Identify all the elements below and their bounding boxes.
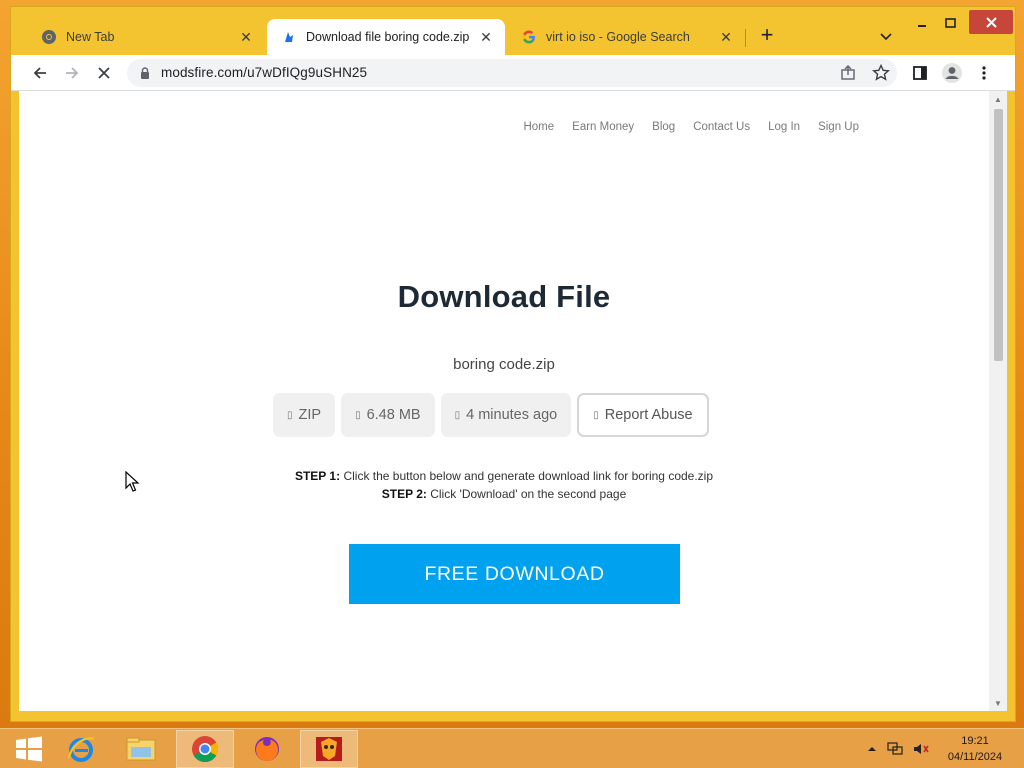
nav-contact-us[interactable]: Contact Us — [693, 121, 750, 133]
address-bar[interactable]: modsfire.com/u7wDfIQg9uSHN25 — [127, 59, 897, 87]
close-tab-icon[interactable]: ✕ — [717, 28, 735, 46]
taskbar: 19:21 04/11/2024 — [0, 728, 1024, 768]
chrome-icon — [41, 29, 57, 45]
tab-separator — [745, 29, 746, 47]
browser-toolbar: modsfire.com/u7wDfIQg9uSHN25 — [11, 55, 1015, 91]
share-icon[interactable] — [839, 64, 857, 82]
close-tab-icon[interactable]: ✕ — [237, 28, 255, 46]
download-instructions: STEP 1: Click the button below and gener… — [19, 467, 989, 503]
file-info-chips: ▯ ZIP ▯ 6.48 MB ▯ 4 minutes ago ▯ Report… — [273, 393, 709, 437]
nav-sign-up[interactable]: Sign Up — [818, 121, 859, 133]
scrollbar-thumb[interactable] — [994, 109, 1003, 361]
lock-icon[interactable] — [138, 66, 152, 80]
file-type-badge: ▯ ZIP — [273, 393, 336, 437]
report-abuse-button[interactable]: ▯ Report Abuse — [577, 393, 709, 437]
stop-loading-icon[interactable] — [93, 62, 115, 84]
close-tab-icon[interactable]: ✕ — [477, 28, 495, 46]
chrome-icon[interactable] — [176, 730, 234, 768]
upload-time-badge: ▯ 4 minutes ago — [440, 393, 572, 437]
file-size-badge: ▯ 6.48 MB — [341, 393, 435, 437]
nav-home[interactable]: Home — [523, 121, 554, 133]
clock-icon: ▯ — [454, 409, 461, 421]
chevron-up-icon[interactable] — [866, 745, 878, 753]
forward-arrow-icon[interactable] — [61, 62, 83, 84]
scroll-down-icon[interactable]: ▼ — [993, 699, 1003, 709]
tab-download-file[interactable]: Download file boring code.zip - M ✕ — [267, 19, 505, 55]
clock-date: 04/11/2024 — [947, 751, 1003, 763]
site-navigation: Home Earn Money Blog Contact Us Log In S… — [523, 121, 859, 133]
chevron-down-icon[interactable] — [877, 27, 895, 45]
start-button[interactable] — [0, 730, 58, 768]
page-viewport: Home Earn Money Blog Contact Us Log In S… — [19, 91, 989, 711]
maximize-button[interactable] — [939, 13, 961, 33]
free-download-button[interactable]: FREE DOWNLOAD — [349, 544, 680, 604]
game-app-icon[interactable] — [300, 730, 358, 768]
tab-title: virt io iso - Google Search — [546, 30, 690, 44]
minimize-button[interactable] — [911, 13, 933, 33]
back-arrow-icon[interactable] — [29, 62, 51, 84]
nav-earn-money[interactable]: Earn Money — [572, 121, 634, 133]
tab-title: Download file boring code.zip - M — [306, 30, 471, 44]
browser-window: New Tab ✕ Download file boring code.zip … — [10, 6, 1016, 722]
database-icon: ▯ — [355, 409, 361, 421]
file-type-label: ZIP — [298, 407, 322, 423]
step-1: STEP 1: Click the button below and gener… — [19, 467, 989, 485]
tab-title: New Tab — [66, 30, 115, 44]
scroll-up-icon[interactable]: ▲ — [993, 95, 1003, 105]
network-icon[interactable] — [886, 741, 908, 757]
tab-google-search[interactable]: virt io iso - Google Search ✕ — [507, 19, 745, 55]
profile-avatar-icon[interactable] — [941, 62, 963, 84]
step-2-text: Click 'Download' on the second page — [426, 487, 627, 501]
file-explorer-icon[interactable] — [112, 730, 170, 768]
nav-log-in[interactable]: Log In — [768, 121, 800, 133]
window-close-button[interactable] — [969, 10, 1013, 34]
file-size-label: 6.48 MB — [366, 407, 421, 423]
tab-new-tab[interactable]: New Tab ✕ — [27, 19, 265, 55]
upload-time-label: 4 minutes ago — [466, 407, 558, 423]
flag-icon: ▯ — [593, 409, 599, 421]
mouse-cursor-icon — [125, 470, 141, 493]
clock-time: 19:21 — [961, 735, 989, 747]
page-title: Download File — [397, 279, 611, 314]
url-text[interactable]: modsfire.com/u7wDfIQg9uSHN25 — [161, 65, 367, 80]
step-1-label: STEP 1: — [294, 469, 341, 483]
internet-explorer-icon[interactable] — [52, 730, 110, 768]
tab-strip: New Tab ✕ Download file boring code.zip … — [11, 7, 1015, 55]
page-scrollbar[interactable]: ▲ ▼ — [989, 91, 1007, 711]
modsfire-icon — [281, 29, 297, 45]
file-icon: ▯ — [287, 409, 293, 421]
report-abuse-label: Report Abuse — [604, 407, 693, 423]
google-icon — [521, 29, 537, 45]
system-clock[interactable]: 19:21 04/11/2024 — [930, 733, 1020, 765]
file-name: boring code.zip — [453, 356, 555, 373]
system-tray — [866, 729, 934, 768]
step-1-text: Click the button below and generate down… — [340, 469, 714, 483]
side-panel-icon[interactable] — [909, 62, 931, 84]
menu-kebab-icon[interactable] — [973, 62, 995, 84]
nav-blog[interactable]: Blog — [652, 121, 675, 133]
firefox-icon[interactable] — [238, 730, 296, 768]
step-2: STEP 2: Click 'Download' on the second p… — [19, 485, 989, 503]
step-2-label: STEP 2: — [381, 487, 427, 501]
bookmark-star-icon[interactable] — [871, 63, 891, 83]
new-tab-button[interactable]: + — [756, 24, 778, 47]
